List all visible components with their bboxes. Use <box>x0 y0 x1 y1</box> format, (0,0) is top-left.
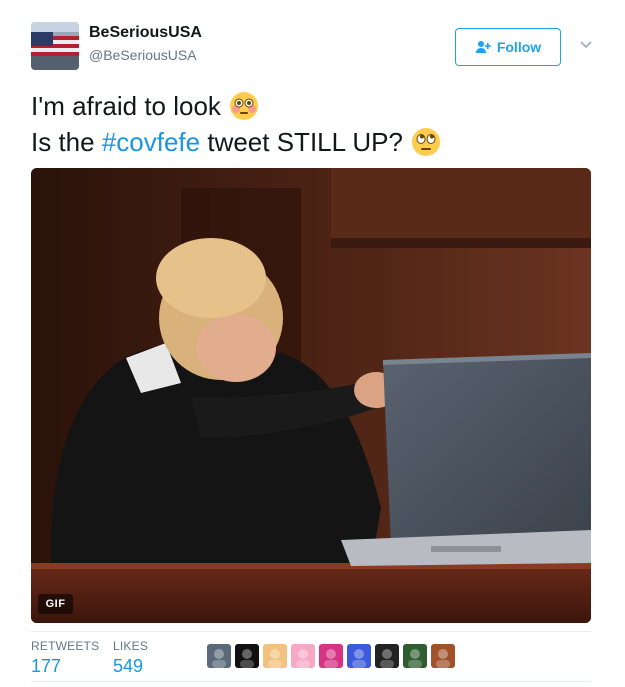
stats-divider-top <box>31 631 591 632</box>
gif-badge: GIF <box>38 594 73 614</box>
retweets-stat[interactable]: RETWEETS 177 <box>31 639 99 677</box>
tweet-text-line-2-suffix: tweet STILL UP? <box>200 127 403 157</box>
chevron-down-icon[interactable] <box>578 37 594 53</box>
add-user-icon <box>475 40 491 54</box>
liker-avatar[interactable] <box>347 644 371 668</box>
tweet-text-line-1: I'm afraid to look <box>31 88 591 124</box>
gif-media[interactable] <box>31 168 591 623</box>
likes-label: LIKES <box>113 639 149 653</box>
liker-avatar[interactable] <box>207 644 231 668</box>
eye-roll-emoji-icon <box>411 127 441 157</box>
liker-avatar[interactable] <box>319 644 343 668</box>
tweet-card: BeSeriousUSA @BeSeriousUSA Follow I'm af… <box>0 0 625 687</box>
follow-button-label: Follow <box>496 39 542 55</box>
liker-avatar[interactable] <box>375 644 399 668</box>
follow-button[interactable]: Follow <box>455 28 561 66</box>
tweet-text: I'm afraid to look Is the #covfefe tweet… <box>31 88 591 160</box>
flushed-face-emoji-icon <box>229 91 259 121</box>
likes-count: 549 <box>113 656 144 676</box>
retweets-count: 177 <box>31 656 62 676</box>
liker-avatars <box>207 644 455 668</box>
liker-avatar[interactable] <box>235 644 259 668</box>
tweet-text-line-1-content: I'm afraid to look <box>31 91 221 121</box>
tweet-text-line-2-prefix: Is the <box>31 127 102 157</box>
author-avatar[interactable] <box>31 22 79 70</box>
hashtag-link[interactable]: #covfefe <box>102 124 200 160</box>
gif-scene-image <box>31 168 591 623</box>
liker-avatar[interactable] <box>431 644 455 668</box>
tweet-text-line-2: Is the #covfefe tweet STILL UP? <box>31 124 591 160</box>
likes-stat[interactable]: LIKES 549 <box>113 639 148 677</box>
retweets-label: RETWEETS <box>31 639 100 653</box>
liker-avatar[interactable] <box>291 644 315 668</box>
liker-avatar[interactable] <box>263 644 287 668</box>
author-handle[interactable]: @BeSeriousUSA <box>89 47 197 63</box>
stats-divider-bottom <box>31 681 591 682</box>
liker-avatar[interactable] <box>403 644 427 668</box>
author-display-name[interactable]: BeSeriousUSA <box>89 24 202 42</box>
